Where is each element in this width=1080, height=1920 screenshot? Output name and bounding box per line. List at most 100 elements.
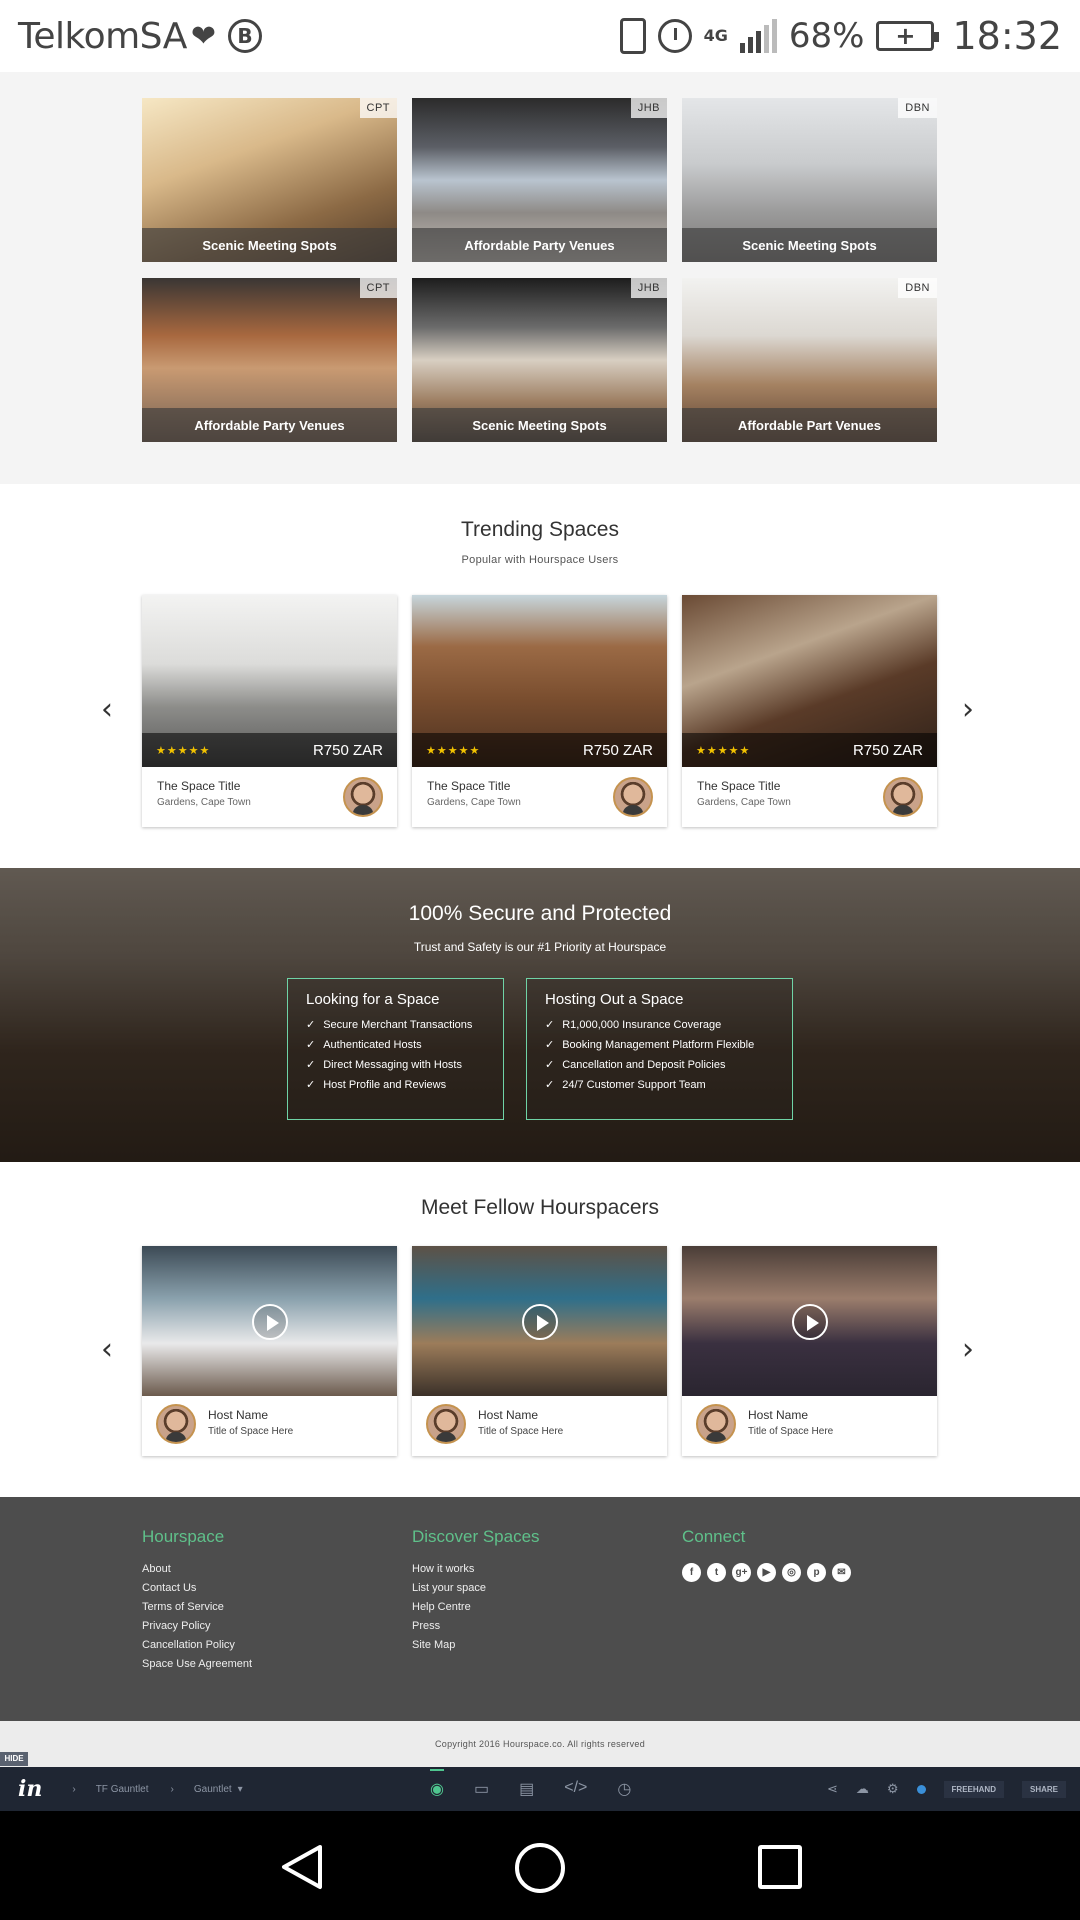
host-space-title: Title of Space Here [478,1426,564,1437]
play-icon[interactable] [522,1304,558,1340]
inspect-code-icon[interactable]: </> [564,1779,587,1799]
gear-icon[interactable]: ⚙ [887,1781,899,1797]
footer-column-hourspace: Hourspace About Contact Us Terms of Serv… [142,1527,252,1677]
share-link-icon[interactable]: ⋖ [827,1781,838,1797]
back-triangle-icon[interactable] [278,1843,326,1891]
footer-link-contact[interactable]: Contact Us [142,1582,252,1594]
space-photo: ★★★★★ R750 ZAR [412,595,667,767]
footer-column-discover: Discover Spaces How it works List your s… [412,1527,540,1658]
meet-prev-chevron-left-icon[interactable]: ‹ [101,1332,113,1367]
youtube-icon[interactable]: ▶ [757,1563,776,1582]
benefit-item: Authenticated Hosts [306,1038,485,1051]
freehand-button[interactable]: FREEHAND [943,1780,1004,1798]
host-name: Host Name [208,1408,269,1422]
sync-cloud-icon[interactable]: ☁ [856,1781,869,1797]
android-nav-bar [0,1811,1080,1920]
host-video-card[interactable]: Host Name Title of Space Here [682,1246,937,1456]
host-video-card[interactable]: Host Name Title of Space Here [412,1246,667,1456]
box-title: Hosting Out a Space [545,991,684,1008]
footer-link-about[interactable]: About [142,1563,252,1575]
instagram-icon[interactable]: ◎ [782,1563,801,1582]
space-card[interactable]: ★★★★★ R750 ZAR The Space Title Gardens, … [682,595,937,827]
city-badge: JHB [630,98,667,118]
breadcrumb-separator-icon: › [72,1783,76,1795]
footer-link-space-use[interactable]: Space Use Agreement [142,1658,252,1670]
play-icon[interactable] [792,1304,828,1340]
video-thumbnail [412,1246,667,1396]
footer-link-privacy[interactable]: Privacy Policy [142,1620,252,1632]
home-circle-icon[interactable] [515,1843,565,1893]
box-title: Looking for a Space [306,991,440,1008]
facebook-icon[interactable]: f [682,1563,701,1582]
comment-icon[interactable]: ▤ [519,1779,534,1799]
venue-caption: Affordable Part Venues [682,408,937,442]
trending-prev-chevron-left-icon[interactable]: ‹ [101,692,113,727]
rating-bar: ★★★★★ R750 ZAR [142,733,397,767]
social-links: f t g+ ▶ ◎ p ✉ [682,1563,851,1582]
footer-link-press[interactable]: Press [412,1620,540,1632]
venue-tile[interactable]: DBN Affordable Part Venues [682,278,937,442]
email-icon[interactable]: ✉ [832,1563,851,1582]
venue-tile[interactable]: JHB Scenic Meeting Spots [412,278,667,442]
space-card[interactable]: ★★★★★ R750 ZAR The Space Title Gardens, … [412,595,667,827]
city-badge: JHB [630,278,667,298]
benefit-item: Cancellation and Deposit Policies [545,1058,774,1071]
recents-square-icon[interactable] [758,1845,802,1889]
benefit-item: Direct Messaging with Hosts [306,1058,485,1071]
city-badge: CPT [359,278,397,298]
breadcrumb-screen[interactable]: Gauntlet [194,1784,232,1795]
hide-toolbar-button[interactable]: HIDE [0,1752,28,1766]
history-clock-icon[interactable]: ◷ [617,1779,631,1799]
host-avatar[interactable] [156,1404,196,1444]
footer-link-sitemap[interactable]: Site Map [412,1639,540,1651]
preview-eye-icon[interactable]: ◉ [430,1769,444,1799]
benefit-item: Booking Management Platform Flexible [545,1038,774,1051]
meet-next-chevron-right-icon[interactable]: › [962,1332,974,1367]
play-icon[interactable] [252,1304,288,1340]
host-video-card[interactable]: Host Name Title of Space Here [142,1246,397,1456]
build-mode-icon[interactable]: ▭ [474,1779,489,1799]
secure-subtitle: Trust and Safety is our #1 Priority at H… [413,940,667,954]
host-benefits-box: Hosting Out a Space R1,000,000 Insurance… [526,978,793,1120]
venue-tile[interactable]: JHB Affordable Party Venues [412,98,667,262]
battery-percent: 68% [788,16,865,56]
host-avatar[interactable] [883,777,923,817]
share-button[interactable]: SHARE [1021,1780,1066,1798]
footer-link-terms[interactable]: Terms of Service [142,1601,252,1613]
trending-title: Trending Spaces [461,518,619,541]
signal-icon [739,19,777,53]
meet-title: Meet Fellow Hourspacers [420,1196,660,1219]
space-card[interactable]: ★★★★★ R750 ZAR The Space Title Gardens, … [142,595,397,827]
footer: Hourspace About Contact Us Terms of Serv… [0,1497,1080,1721]
benefit-item: 24/7 Customer Support Team [545,1078,774,1091]
breadcrumb-project[interactable]: TF Gauntlet [96,1784,149,1795]
star-rating-icon: ★★★★★ [696,744,751,757]
space-price: R750 ZAR [312,741,383,759]
venue-tile[interactable]: CPT Scenic Meeting Spots [142,98,397,262]
star-rating-icon: ★★★★★ [426,744,481,757]
twitter-icon[interactable]: t [707,1563,726,1582]
venue-tile[interactable]: DBN Scenic Meeting Spots [682,98,937,262]
venue-caption: Affordable Party Venues [142,408,397,442]
host-avatar[interactable] [426,1404,466,1444]
rating-bar: ★★★★★ R750 ZAR [412,733,667,767]
host-avatar[interactable] [343,777,383,817]
host-space-title: Title of Space Here [208,1426,294,1437]
city-badge: DBN [898,98,937,118]
footer-link-cancellation[interactable]: Cancellation Policy [142,1639,252,1651]
host-avatar[interactable] [613,777,653,817]
google-plus-icon[interactable]: g+ [732,1563,751,1582]
pinterest-icon[interactable]: p [807,1563,826,1582]
chevron-down-icon[interactable]: ▾ [238,1784,243,1795]
footer-link-help[interactable]: Help Centre [412,1601,540,1613]
benefit-item: R1,000,000 Insurance Coverage [545,1018,774,1031]
host-avatar[interactable] [696,1404,736,1444]
invision-logo[interactable]: in [18,1776,42,1802]
trending-next-chevron-right-icon[interactable]: › [962,692,974,727]
footer-link-how-it-works[interactable]: How it works [412,1563,540,1575]
city-badge: CPT [359,98,397,118]
venue-tile[interactable]: CPT Affordable Party Venues [142,278,397,442]
b-notification-icon: B [227,19,262,53]
clock: 18:32 [952,14,1062,58]
footer-link-list-space[interactable]: List your space [412,1582,540,1594]
